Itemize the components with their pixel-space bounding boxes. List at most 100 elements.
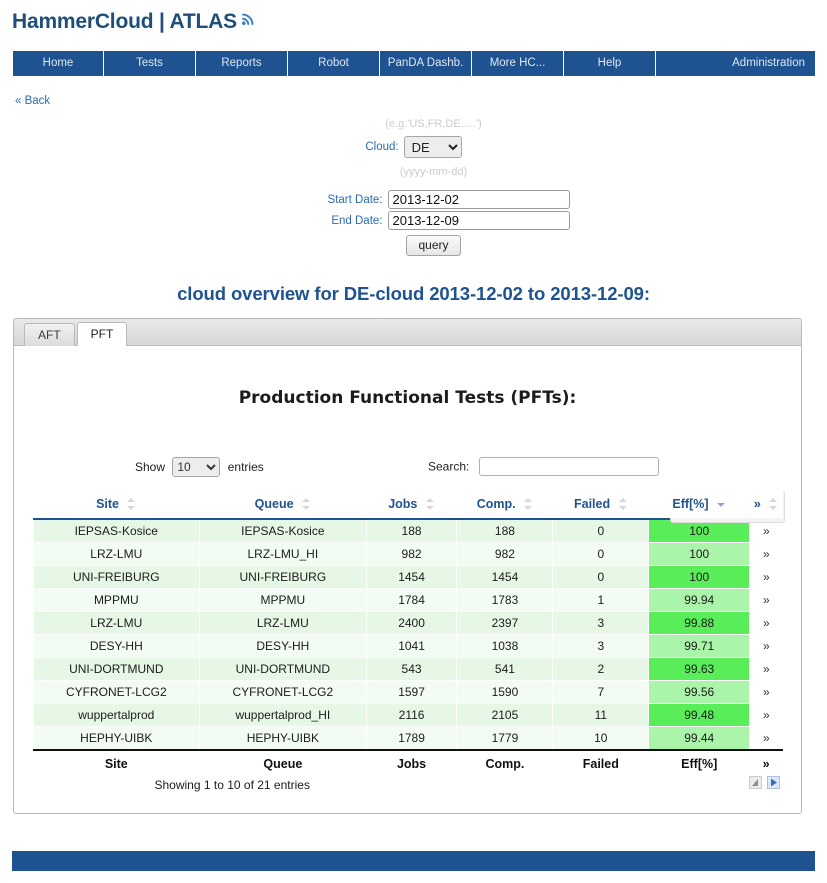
cell-more[interactable]: »: [750, 589, 783, 612]
cell-comp: 1590: [457, 681, 553, 704]
column-header-eff[interactable]: Eff[%]: [649, 491, 750, 519]
cell-failed: 3: [553, 635, 649, 658]
footer-jobs: Jobs: [366, 750, 457, 775]
cell-more[interactable]: »: [750, 658, 783, 681]
table-row: IEPSAS-KosiceIEPSAS-Kosice1881880100»: [33, 519, 783, 543]
query-form: (e.g.'US,FR,DE,....') Cloud: DE (yyyy-mm…: [0, 118, 827, 258]
cell-failed: 0: [553, 566, 649, 589]
table-row: MPPMUMPPMU17841783199.94»: [33, 589, 783, 612]
cell-site: LRZ-LMU: [33, 612, 200, 635]
cell-site: UNI-FREIBURG: [33, 566, 200, 589]
cell-jobs: 1784: [366, 589, 457, 612]
end-date-input[interactable]: [388, 211, 570, 230]
cell-more[interactable]: »: [750, 704, 783, 727]
cell-more[interactable]: »: [750, 543, 783, 566]
sort-descending-icon: [717, 498, 726, 510]
footer-comp: Comp.: [457, 750, 553, 775]
cell-jobs: 982: [366, 543, 457, 566]
nav-item-administration[interactable]: Administration: [656, 51, 815, 76]
cell-site: MPPMU: [33, 589, 200, 612]
cell-queue: CYFRONET-LCG2: [200, 681, 367, 704]
table-row: HEPHY-UIBKHEPHY-UIBK178917791099.44»: [33, 727, 783, 751]
cell-failed: 2: [553, 658, 649, 681]
column-label: Site: [96, 497, 119, 511]
footer-more: »: [750, 750, 783, 775]
nav-item-reports[interactable]: Reports: [196, 51, 288, 76]
table-footer-row: Site Queue Jobs Comp. Failed Eff[%] »: [33, 750, 783, 775]
tab-pft[interactable]: PFT: [77, 322, 128, 346]
cell-queue: LRZ-LMU: [200, 612, 367, 635]
query-button[interactable]: query: [406, 235, 460, 256]
table-body: IEPSAS-KosiceIEPSAS-Kosice1881880100»LRZ…: [33, 519, 783, 750]
sort-arrows-icon: [619, 498, 628, 510]
table-row: wuppertalprodwuppertalprod_HI21162105119…: [33, 704, 783, 727]
page-root: HammerCloud | ATLAS Home Tests Reports R…: [0, 0, 827, 883]
nav-item-home[interactable]: Home: [12, 51, 104, 76]
cell-failed: 7: [553, 681, 649, 704]
site-brand: HammerCloud | ATLAS: [12, 8, 256, 34]
next-page-arrow-icon[interactable]: [766, 775, 781, 790]
sort-arrows-icon: [524, 498, 533, 510]
nav-item-panda-dashb[interactable]: PanDA Dashb.: [380, 51, 472, 76]
tab-aft[interactable]: AFT: [24, 323, 75, 346]
nav-item-tests[interactable]: Tests: [104, 51, 196, 76]
length-select[interactable]: 10: [172, 457, 220, 477]
table-row: UNI-DORTMUNDUNI-DORTMUND543541299.63»: [33, 658, 783, 681]
column-header-failed[interactable]: Failed: [553, 491, 649, 519]
footer-bar: [12, 851, 815, 871]
rss-feed-icon[interactable]: [241, 8, 256, 32]
cell-queue: UNI-DORTMUND: [200, 658, 367, 681]
cell-eff: 99.94: [649, 589, 750, 612]
cell-comp: 1779: [457, 727, 553, 751]
footer-site: Site: [33, 750, 200, 775]
table-info-text: Showing 1 to 10 of 21 entries: [155, 778, 310, 792]
cell-site: CYFRONET-LCG2: [33, 681, 200, 704]
cell-queue: UNI-FREIBURG: [200, 566, 367, 589]
date-hint-text: (yyyy-mm-dd): [360, 166, 467, 178]
footer-eff: Eff[%]: [649, 750, 750, 775]
cell-failed: 1: [553, 589, 649, 612]
column-header-more[interactable]: »: [750, 491, 783, 519]
cell-site: wuppertalprod: [33, 704, 200, 727]
footer-queue: Queue: [200, 750, 367, 775]
cell-failed: 0: [553, 543, 649, 566]
cell-comp: 2105: [457, 704, 553, 727]
datatable-footer: Showing 1 to 10 of 21 entries: [33, 775, 783, 805]
cloud-select[interactable]: DE: [404, 136, 462, 158]
cell-more[interactable]: »: [750, 727, 783, 751]
previous-page-arrow-icon[interactable]: [748, 775, 763, 790]
column-header-comp[interactable]: Comp.: [457, 491, 553, 519]
column-label: Eff[%]: [672, 497, 708, 511]
cell-more[interactable]: »: [750, 681, 783, 704]
column-header-site[interactable]: Site: [33, 491, 200, 519]
search-label: Search:: [428, 460, 469, 474]
table-row: LRZ-LMULRZ-LMU_HI9829820100»: [33, 543, 783, 566]
sort-arrows-icon: [769, 498, 778, 510]
datatable-controls: Show 10 entries Search:: [28, 455, 787, 481]
cell-failed: 11: [553, 704, 649, 727]
sort-arrows-icon: [302, 498, 311, 510]
cell-jobs: 2116: [366, 704, 457, 727]
back-link[interactable]: « Back: [15, 95, 50, 107]
cell-comp: 1454: [457, 566, 553, 589]
column-header-jobs[interactable]: Jobs: [366, 491, 457, 519]
start-date-input[interactable]: [388, 190, 570, 209]
end-date-label: End Date:: [258, 215, 388, 227]
cell-more[interactable]: »: [750, 635, 783, 658]
cell-more[interactable]: »: [750, 566, 783, 589]
cell-more[interactable]: »: [750, 612, 783, 635]
cell-queue: LRZ-LMU_HI: [200, 543, 367, 566]
length-label-after: entries: [228, 460, 264, 474]
cell-queue: wuppertalprod_HI: [200, 704, 367, 727]
nav-item-help[interactable]: Help: [564, 51, 656, 76]
cell-jobs: 1789: [366, 727, 457, 751]
brand-name-secondary: ATLAS: [170, 10, 237, 33]
pagination: [748, 775, 781, 790]
cell-jobs: 2400: [366, 612, 457, 635]
nav-item-robot[interactable]: Robot: [288, 51, 380, 76]
search-input[interactable]: [479, 457, 659, 476]
nav-item-more-hc[interactable]: More HC...: [472, 51, 564, 76]
brand-separator: |: [153, 10, 169, 33]
column-header-queue[interactable]: Queue: [200, 491, 367, 519]
cell-eff: 99.63: [649, 658, 750, 681]
